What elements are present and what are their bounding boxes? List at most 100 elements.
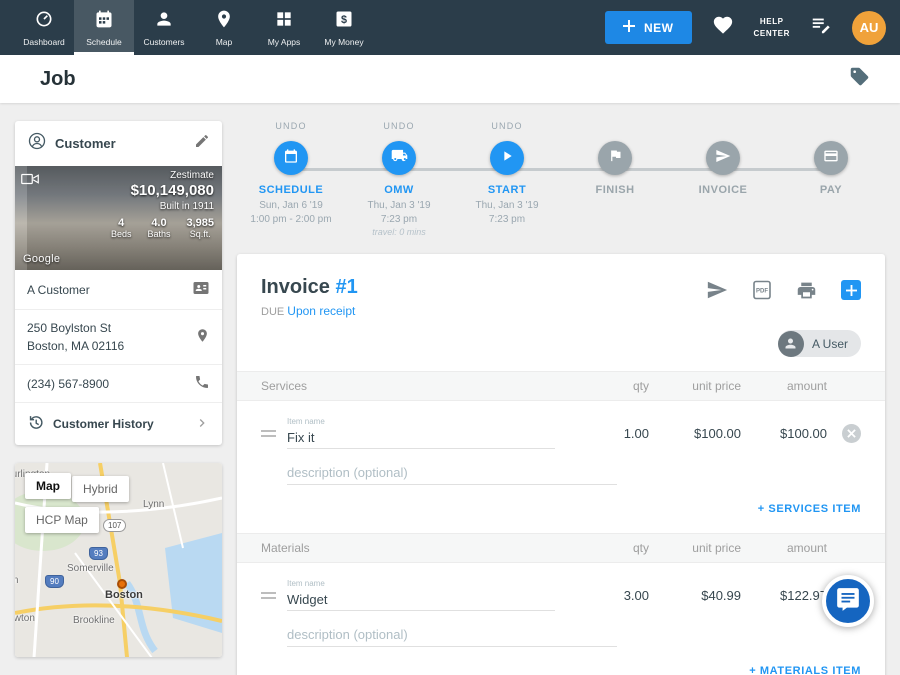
material-item-row: Item name 3.00 $40.99 $122.97: [237, 563, 885, 615]
add-material-item-link[interactable]: + MATERIALS ITEM: [749, 665, 861, 675]
invoice-number[interactable]: #1: [335, 276, 357, 298]
due-line: DUE Upon receipt: [261, 304, 358, 318]
tag-icon[interactable]: [849, 66, 870, 92]
material-description-row: [237, 615, 885, 649]
customer-name: A Customer: [27, 281, 192, 299]
history-clock-icon: [27, 414, 44, 434]
step-dates: Sun, Jan 6 '19 1:00 pm - 2:00 pm: [250, 199, 331, 226]
timeline-step-schedule: UNDO SCHEDULE Sun, Jan 6 '19 1:00 pm - 2…: [237, 121, 345, 238]
help-center-line1: HELP: [754, 16, 791, 28]
drag-handle-icon[interactable]: [261, 592, 276, 599]
user-avatar[interactable]: AU: [852, 11, 886, 45]
address-line1: 250 Boylston St: [27, 319, 195, 337]
chevron-right-icon: [194, 415, 210, 434]
svg-text:PDF: PDF: [756, 289, 768, 295]
map-type-map-button[interactable]: Map: [25, 473, 71, 499]
chat-bubble-button[interactable]: [822, 575, 874, 627]
invoice-title-block: Invoice #1 DUE Upon receipt: [261, 276, 358, 318]
send-icon: [715, 148, 731, 169]
top-nav: Dashboard Schedule Customers Map My Apps…: [0, 0, 900, 55]
address-line2: Boston, MA 02116: [27, 337, 195, 355]
step-label: START: [488, 184, 526, 196]
undo-schedule-button[interactable]: UNDO: [275, 121, 306, 141]
main-panel: UNDO SCHEDULE Sun, Jan 6 '19 1:00 pm - 2…: [237, 121, 885, 657]
add-service-item-link[interactable]: + SERVICES ITEM: [758, 503, 861, 515]
invoice-step-button[interactable]: [706, 141, 740, 175]
service-item-unit-price[interactable]: $100.00: [649, 426, 741, 441]
schedule-step-button[interactable]: [274, 141, 308, 175]
material-description-input[interactable]: [287, 623, 617, 647]
page-title: Job: [40, 68, 76, 91]
map-label-somerville: Somerville: [67, 563, 114, 574]
nav-item-label: Customers: [143, 37, 184, 47]
print-icon[interactable]: [796, 280, 817, 301]
undo-start-button[interactable]: UNDO: [491, 121, 522, 141]
map-marker[interactable]: [117, 579, 127, 589]
help-center-link[interactable]: HELP CENTER: [754, 16, 791, 40]
material-item-amount: $122.97: [741, 588, 827, 603]
pay-step-button[interactable]: [814, 141, 848, 175]
step-label: FINISH: [595, 184, 634, 196]
timeline-step-start: UNDO START Thu, Jan 3 '19 7:23 pm: [453, 121, 561, 238]
chat-icon: [835, 586, 861, 617]
hcp-map-button[interactable]: HCP Map: [25, 507, 99, 533]
sidebar: Customer Zestimate $10,149,080 Built in …: [15, 121, 222, 657]
nav-item-customers[interactable]: Customers: [134, 0, 194, 55]
beds-value: 4: [111, 217, 132, 229]
material-item-name-input[interactable]: [287, 589, 555, 611]
material-item-qty[interactable]: 3.00: [579, 588, 649, 603]
map-type-hybrid-button[interactable]: Hybrid: [72, 476, 129, 502]
nav-item-label: My Money: [324, 37, 363, 47]
customer-phone-row: (234) 567-8900: [15, 365, 222, 403]
nav-items: Dashboard Schedule Customers Map My Apps…: [14, 0, 374, 55]
heart-icon[interactable]: [712, 14, 734, 41]
flag-icon: [608, 148, 623, 168]
start-step-button[interactable]: [490, 141, 524, 175]
step-label: SCHEDULE: [259, 184, 324, 196]
timeline-step-invoice: INVOICE: [669, 121, 777, 238]
nav-item-map[interactable]: Map: [194, 0, 254, 55]
content-area: Customer Zestimate $10,149,080 Built in …: [0, 103, 900, 675]
drag-handle-icon[interactable]: [261, 430, 276, 437]
invoice-card: Invoice #1 DUE Upon receipt PDF A User: [237, 254, 885, 675]
undo-omw-button[interactable]: UNDO: [383, 121, 414, 141]
customer-history-row[interactable]: Customer History: [15, 403, 222, 445]
new-button[interactable]: NEW: [605, 11, 692, 44]
invoice-title: Invoice #1: [261, 276, 358, 298]
map-label-newton: Newton: [15, 613, 35, 624]
assignee-chip[interactable]: A User: [778, 330, 861, 357]
baths-label: Baths: [147, 229, 170, 239]
omw-step-button[interactable]: [382, 141, 416, 175]
pdf-icon[interactable]: PDF: [752, 280, 772, 300]
contact-card-icon[interactable]: [192, 279, 210, 300]
add-invoice-item-button[interactable]: [841, 280, 861, 300]
service-description-input[interactable]: [287, 461, 617, 485]
nav-item-dashboard[interactable]: Dashboard: [14, 0, 74, 55]
timeline-step-pay: PAY: [777, 121, 885, 238]
service-item-name-input[interactable]: [287, 427, 555, 449]
notes-edit-icon[interactable]: [810, 14, 832, 41]
calendar-icon: [283, 148, 299, 169]
step-label: PAY: [820, 184, 842, 196]
avatar-initials: AU: [860, 20, 879, 35]
invoice-title-text: Invoice: [261, 276, 330, 298]
customers-icon: [154, 9, 174, 34]
service-item-qty[interactable]: 1.00: [579, 426, 649, 441]
nav-item-schedule[interactable]: Schedule: [74, 0, 134, 55]
beds-label: Beds: [111, 229, 132, 239]
location-pin-icon[interactable]: [195, 328, 210, 346]
phone-icon[interactable]: [194, 374, 210, 393]
remove-item-button[interactable]: [842, 424, 861, 443]
map-widget[interactable]: Burlington Lynn 107 93 ham 90 Somerville…: [15, 463, 222, 657]
invoice-header: Invoice #1 DUE Upon receipt PDF: [237, 272, 885, 318]
send-invoice-icon[interactable]: [706, 279, 728, 301]
qty-column-header: qty: [579, 541, 649, 555]
material-item-unit-price[interactable]: $40.99: [649, 588, 741, 603]
nav-item-my-apps[interactable]: My Apps: [254, 0, 314, 55]
nav-item-my-money[interactable]: $ My Money: [314, 0, 374, 55]
edit-pencil-icon[interactable]: [194, 133, 210, 154]
qty-column-header: qty: [579, 379, 649, 393]
due-label: DUE: [261, 306, 284, 318]
finish-step-button[interactable]: [598, 141, 632, 175]
due-value-link[interactable]: Upon receipt: [287, 304, 355, 318]
